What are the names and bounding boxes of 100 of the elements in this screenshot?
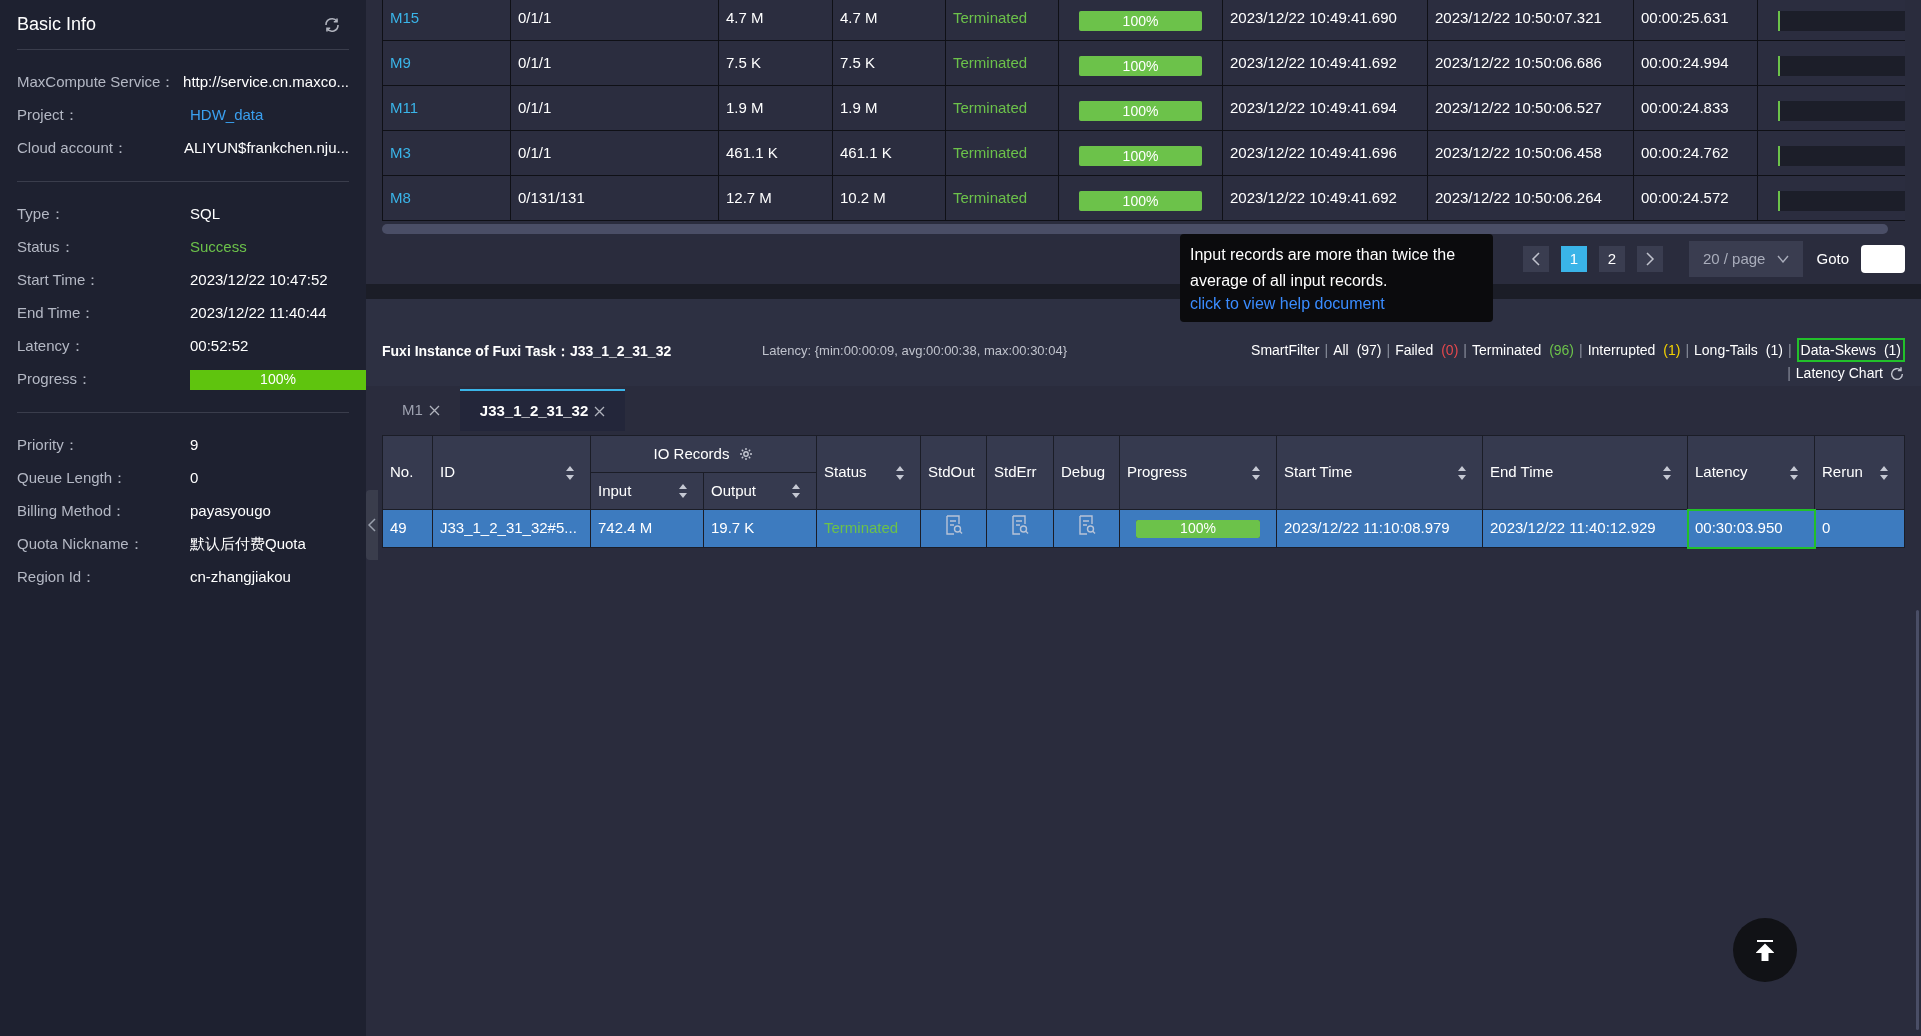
- field-value: 2023/12/22 11:40:44: [190, 303, 327, 324]
- column-header: ID: [440, 462, 455, 483]
- project-link[interactable]: HDW_data: [190, 104, 264, 127]
- status-text: Terminated: [945, 85, 1059, 131]
- filter-link[interactable]: Data-Skews (1): [1796, 338, 1905, 362]
- progress-bar: 100%: [1079, 11, 1202, 31]
- task-link[interactable]: M3: [382, 130, 511, 176]
- field-value: ALIYUN$frankchen.nju...: [183, 138, 349, 159]
- field-label: Latency：: [17, 336, 86, 357]
- table-cell: 461.1 K: [832, 130, 946, 176]
- sort-icon[interactable]: [791, 483, 801, 499]
- separator: |: [1324, 341, 1329, 360]
- goto-label: Goto: [1816, 248, 1849, 269]
- caret-icon: [1777, 255, 1790, 263]
- chevron-icon: [368, 518, 376, 532]
- progress-bar: 100%: [190, 369, 366, 390]
- latency-summary: Latency: {min:00:00:09, avg:00:00:38, max:00:30:04}: [762, 342, 1068, 360]
- sort-icon[interactable]: [1457, 464, 1467, 481]
- column-header: End Time: [1490, 462, 1554, 483]
- table-cell: 0/1/1: [510, 85, 719, 131]
- settings-icon[interactable]: [739, 447, 754, 461]
- column-header: StdErr: [994, 462, 1037, 483]
- field-label: Status：: [17, 237, 76, 258]
- previous-page-button[interactable]: [1522, 246, 1549, 272]
- field-value: 9: [190, 435, 199, 456]
- scrollbar[interactable]: [1916, 610, 1919, 1030]
- close-icon[interactable]: [594, 405, 606, 417]
- chevron-icon: [1644, 252, 1655, 266]
- sort-icon[interactable]: [1251, 464, 1261, 481]
- goto-input[interactable]: [1861, 245, 1905, 273]
- filter-link[interactable]: Terminated (96): [1471, 340, 1575, 360]
- tab[interactable]: M1: [382, 389, 460, 431]
- column-header: Start Time: [1284, 462, 1353, 483]
- column-header: Debug: [1061, 462, 1106, 483]
- table-cell: 00:30:03.950: [1687, 509, 1815, 548]
- field-value: 默认后付费Quota: [190, 534, 306, 555]
- table-cell: 1.9 M: [832, 85, 946, 131]
- task-link[interactable]: M8: [382, 175, 511, 221]
- latency-chart-link[interactable]: Latency Chart: [1795, 365, 1883, 381]
- status-text: Terminated: [945, 40, 1059, 86]
- tooltip-text: Input records are more than twice the average of all input records.: [1190, 245, 1457, 291]
- sort-icon[interactable]: [678, 483, 688, 499]
- filter-title: SmartFilter: [1251, 342, 1320, 358]
- status-text: Success: [190, 237, 247, 258]
- status-text: Terminated: [945, 0, 1059, 41]
- table-cell: 2023/12/22 10:49:41.696: [1222, 130, 1428, 176]
- table-cell: 0/131/131: [510, 175, 719, 221]
- table-cell: 7.5 K: [832, 40, 946, 86]
- table-cell: 2023/12/22 10:49:41.692: [1222, 40, 1428, 86]
- close-icon[interactable]: [428, 404, 440, 416]
- separator: |: [1386, 341, 1391, 360]
- task-link[interactable]: M11: [382, 85, 511, 131]
- task-link[interactable]: M15: [382, 0, 511, 41]
- table-cell: 2023/12/22 10:49:41.690: [1222, 0, 1428, 41]
- refresh-icon[interactable]: [1889, 366, 1905, 383]
- page-size-select[interactable]: 20 / page: [1688, 241, 1804, 277]
- arrow-up-icon: [1756, 939, 1774, 961]
- table-cell: 0: [1814, 509, 1905, 548]
- table-cell: J33_1_2_31_32#5...: [432, 509, 591, 548]
- field-label: Cloud account：: [17, 138, 129, 159]
- table-cell: 19.7 K: [703, 509, 817, 548]
- status-text: Terminated: [945, 130, 1059, 176]
- table-cell: 2023/12/22 10:49:41.694: [1222, 85, 1428, 131]
- table-cell: 4.7 M: [718, 0, 833, 41]
- sort-icon[interactable]: [895, 464, 905, 481]
- table-cell: 2023/12/22 10:50:06.458: [1427, 130, 1634, 176]
- task-link[interactable]: M9: [382, 40, 511, 86]
- sort-icon[interactable]: [565, 464, 575, 481]
- column-header: StdOut: [928, 462, 975, 483]
- table-cell: 7.5 K: [718, 40, 833, 86]
- table-cell: 1.9 M: [718, 85, 833, 131]
- table-cell: 742.4 M: [590, 509, 704, 548]
- field-value: 0: [190, 468, 199, 489]
- tab[interactable]: J33_1_2_31_32: [459, 389, 626, 431]
- column-header: Rerun: [1822, 462, 1863, 483]
- help-link[interactable]: click to view help document: [1190, 294, 1483, 314]
- field-label: Priority：: [17, 435, 80, 456]
- filter-link[interactable]: Interrupted (1): [1587, 340, 1681, 360]
- filter-link[interactable]: Failed (0): [1395, 340, 1459, 360]
- separator: |: [1463, 341, 1467, 360]
- sort-icon[interactable]: [1789, 464, 1799, 481]
- table-cell: 2023/12/22 10:50:06.264: [1427, 175, 1634, 221]
- field-label: Queue Length：: [17, 468, 129, 489]
- page-button[interactable]: 2: [1598, 246, 1625, 272]
- column-header: No.: [390, 462, 414, 483]
- table-cell: 00:00:24.833: [1633, 85, 1758, 131]
- refresh-icon[interactable]: [323, 15, 341, 34]
- filter-link[interactable]: All (97): [1333, 340, 1382, 360]
- next-page-button[interactable]: [1636, 246, 1663, 272]
- column-header: Status: [824, 462, 867, 483]
- progress-bar: 100%: [1079, 56, 1202, 76]
- sort-icon[interactable]: [1879, 464, 1889, 481]
- sort-icon[interactable]: [1662, 464, 1672, 481]
- field-value: cn-zhangjiakou: [190, 567, 291, 588]
- scrollbar[interactable]: [382, 224, 1888, 234]
- field-label: Quota Nickname：: [17, 534, 145, 555]
- progress-bar: 100%: [1079, 101, 1202, 121]
- field-label: MaxCompute Service：: [17, 72, 177, 93]
- filter-link[interactable]: Long-Tails (1): [1694, 340, 1783, 360]
- field-label: End Time：: [17, 303, 97, 324]
